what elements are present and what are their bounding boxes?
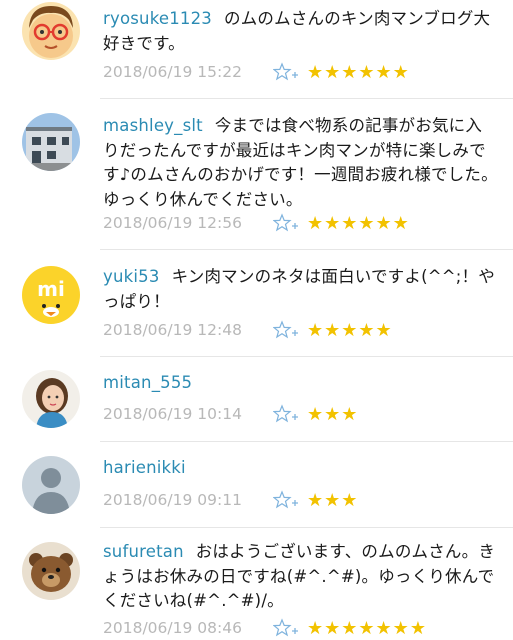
svg-text:mi: mi — [37, 277, 65, 301]
comment-date: 2018/06/19 08:46 — [103, 619, 242, 637]
teddy-bear-avatar[interactable] — [22, 542, 80, 600]
comment-date: 2018/06/19 09:11 — [103, 491, 242, 509]
star-rating[interactable]: ★★★★★★★ — [307, 618, 427, 639]
divider — [100, 249, 513, 250]
divider — [100, 527, 513, 528]
comment-body: キン肉マンのネタは面白いですよ(^^;！やっぱり！ — [103, 267, 495, 311]
add-star-icon[interactable] — [273, 490, 299, 510]
woman-photo-avatar[interactable] — [22, 370, 80, 428]
comment-text: mitan_555 — [103, 371, 498, 396]
add-star-icon[interactable] — [273, 404, 299, 424]
star-rating[interactable]: ★★★ — [307, 490, 358, 511]
add-star-icon[interactable] — [273, 320, 299, 340]
divider — [100, 441, 513, 442]
default-user-avatar[interactable] — [22, 456, 80, 514]
comment-date: 2018/06/19 12:48 — [103, 321, 242, 339]
comment-meta: 2018/06/19 09:11 ★★★ — [103, 488, 358, 512]
star-rating[interactable]: ★★★★★★ — [307, 62, 410, 83]
star-rating[interactable]: ★★★ — [307, 404, 358, 425]
comment-text: sufuretan おはようございます、のムのムさん。きょうはお休みの日ですね(#… — [103, 540, 498, 614]
add-star-icon[interactable] — [273, 213, 299, 233]
comment-text: harienikki — [103, 456, 498, 481]
comment-meta: 2018/06/19 12:56 ★★★★★★ — [103, 211, 410, 235]
comment-text: yuki53 キン肉マンのネタは面白いですよ(^^;！やっぱり！ — [103, 265, 498, 314]
comment-meta: 2018/06/19 15:22 ★★★★★★ — [103, 60, 410, 84]
comment-meta: 2018/06/19 10:14 ★★★ — [103, 402, 358, 426]
star-rating[interactable]: ★★★★★ — [307, 320, 393, 341]
star-rating[interactable]: ★★★★★★ — [307, 213, 410, 234]
username-link[interactable]: sufuretan — [103, 542, 184, 561]
divider — [100, 356, 513, 357]
comment-meta: 2018/06/19 12:48 ★★★★★ — [103, 318, 393, 342]
comment-date: 2018/06/19 10:14 — [103, 405, 242, 423]
add-star-icon[interactable] — [273, 618, 299, 638]
comment-date: 2018/06/19 12:56 — [103, 214, 242, 232]
username-link[interactable]: mashley_slt — [103, 116, 203, 135]
comment-meta: 2018/06/19 08:46 ★★★★★★★ — [103, 616, 427, 640]
comment-date: 2018/06/19 15:22 — [103, 63, 242, 81]
comment-text: mashley_slt 今までは食べ物系の記事がお気に入りだったんですが最近はキン… — [103, 114, 498, 212]
mi-bird-avatar[interactable]: mi — [22, 266, 80, 324]
username-link[interactable]: mitan_555 — [103, 373, 192, 392]
username-link[interactable]: harienikki — [103, 458, 186, 477]
add-star-icon[interactable] — [273, 62, 299, 82]
divider — [100, 98, 513, 99]
comment-text: ryosuke1123 のムのムさんのキン肉マンブログ大好きです。 — [103, 7, 498, 56]
building-photo-avatar[interactable] — [22, 113, 80, 171]
cartoon-face-avatar[interactable] — [22, 2, 80, 60]
username-link[interactable]: yuki53 — [103, 267, 160, 286]
username-link[interactable]: ryosuke1123 — [103, 9, 212, 28]
